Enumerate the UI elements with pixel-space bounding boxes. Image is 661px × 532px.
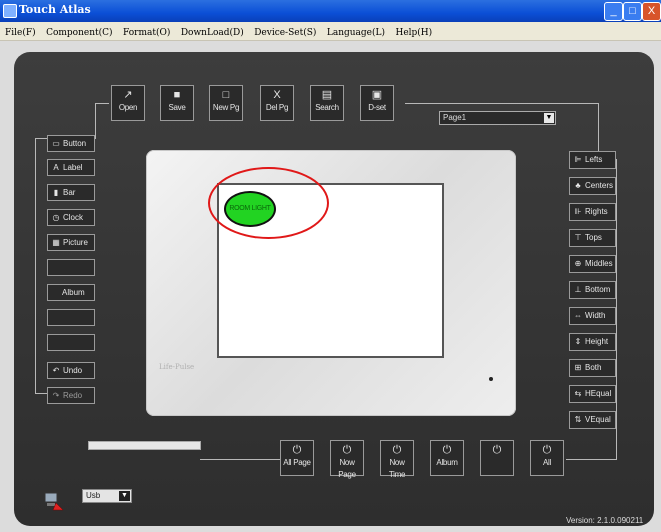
delete-page-button[interactable]: X Del Pg bbox=[260, 85, 294, 121]
align-rights-button[interactable]: ⊪ Rights bbox=[569, 203, 616, 221]
search-icon: ▤ bbox=[321, 89, 333, 101]
align-lefts-button[interactable]: ⊫ Lefts bbox=[569, 151, 616, 169]
menu-download[interactable]: DownLoad(D) bbox=[181, 24, 244, 42]
left-connector-top bbox=[35, 138, 47, 139]
menu-format[interactable]: Format(O) bbox=[123, 24, 170, 42]
open-button[interactable]: ↗ Open bbox=[111, 85, 145, 121]
device-indicator-light bbox=[489, 377, 493, 381]
open-icon: ↗ bbox=[123, 89, 133, 101]
new-page-icon: □ bbox=[222, 89, 230, 101]
clock-icon: ◷ bbox=[52, 213, 60, 222]
title-bar: Touch Atlas _ □ X bbox=[0, 0, 661, 22]
download-blank-button[interactable]: ⏻ bbox=[480, 440, 514, 476]
align-middles-button[interactable]: ⊕ Middles bbox=[569, 255, 616, 273]
tool-empty-1[interactable] bbox=[47, 259, 95, 276]
download-now-time-button[interactable]: ⏻ Now Time bbox=[380, 440, 414, 479]
tool-button[interactable]: ▭ Button bbox=[47, 135, 95, 152]
download-all-page-button[interactable]: ⏻ All Page bbox=[280, 440, 314, 476]
width-icon: ⇔ bbox=[574, 311, 582, 320]
menu-help[interactable]: Help(H) bbox=[395, 24, 432, 42]
same-height-button[interactable]: ⇕ Height bbox=[569, 333, 616, 351]
download-icon: ⏻ bbox=[392, 444, 402, 456]
delete-icon: X bbox=[273, 89, 281, 101]
menu-device-set[interactable]: Device-Set(S) bbox=[254, 24, 316, 42]
picture-icon: ▦ bbox=[52, 238, 60, 247]
maximize-button[interactable]: □ bbox=[623, 2, 642, 21]
horizontal-equal-button[interactable]: ⇆ HEqual bbox=[569, 385, 616, 403]
tool-clock[interactable]: ◷ Clock bbox=[47, 209, 95, 226]
download-progress-bar bbox=[88, 441, 201, 450]
align-top-icon: ⊤ bbox=[574, 233, 582, 242]
minimize-button[interactable]: _ bbox=[604, 2, 623, 21]
menu-file[interactable]: File(F) bbox=[5, 24, 36, 42]
tool-label[interactable]: A Label bbox=[47, 159, 95, 176]
height-icon: ⇕ bbox=[574, 337, 582, 346]
both-icon: ⊞ bbox=[574, 363, 582, 372]
device-set-icon: ▣ bbox=[371, 89, 383, 101]
same-width-button[interactable]: ⇔ Width bbox=[569, 307, 616, 325]
top-left-link bbox=[95, 103, 109, 104]
download-icon: ⏻ bbox=[342, 444, 352, 456]
bottom-left-link bbox=[200, 459, 280, 460]
align-tops-button[interactable]: ⊤ Tops bbox=[569, 229, 616, 247]
button-icon: ▭ bbox=[52, 139, 60, 148]
align-right-icon: ⊪ bbox=[574, 207, 582, 216]
tool-empty-2[interactable] bbox=[47, 309, 95, 326]
align-bottom-icon: ⊥ bbox=[574, 285, 582, 294]
chevron-down-icon[interactable]: ▼ bbox=[544, 113, 554, 123]
menu-component[interactable]: Component(C) bbox=[46, 24, 112, 42]
device-brand-logo: Life-Pulse bbox=[159, 363, 195, 371]
save-icon: ■ bbox=[173, 89, 181, 101]
connection-select[interactable]: Usb ▼ bbox=[82, 489, 132, 503]
label-icon: A bbox=[53, 163, 59, 172]
save-button[interactable]: ■ Save bbox=[160, 85, 194, 121]
align-left-icon: ⊫ bbox=[574, 155, 582, 164]
download-now-page-button[interactable]: ⏻ Now Page bbox=[330, 440, 364, 479]
tool-bar[interactable]: ▮ Bar bbox=[47, 184, 95, 201]
close-button[interactable]: X bbox=[642, 2, 661, 21]
same-both-button[interactable]: ⊞ Both bbox=[569, 359, 616, 377]
download-icon: ⏻ bbox=[292, 444, 302, 456]
right-connector bbox=[616, 159, 617, 459]
left-connector-bottom bbox=[35, 393, 47, 394]
align-centers-button[interactable]: ♣ Centers bbox=[569, 177, 616, 195]
left-riser bbox=[95, 103, 96, 139]
page-select[interactable]: Page1 ▼ bbox=[439, 111, 556, 125]
download-icon: ⏻ bbox=[492, 444, 502, 456]
search-button[interactable]: ▤ Search bbox=[310, 85, 344, 121]
download-icon: ⏻ bbox=[442, 444, 452, 456]
new-page-button[interactable]: □ New Pg bbox=[209, 85, 243, 121]
vertical-equal-button[interactable]: ⇅ VEqual bbox=[569, 411, 616, 429]
download-all-button[interactable]: ⏻ All bbox=[530, 440, 564, 476]
redo-button[interactable]: ↷ Redo bbox=[47, 387, 95, 404]
tool-picture[interactable]: ▦ Picture bbox=[47, 234, 95, 251]
window-title: Touch Atlas bbox=[19, 3, 91, 16]
download-icon: ⏻ bbox=[542, 444, 552, 456]
redo-icon: ↷ bbox=[52, 391, 60, 400]
left-connector bbox=[35, 138, 36, 393]
version-label: Version: 2.1.0.090211 bbox=[566, 516, 644, 525]
device-set-button[interactable]: ▣ D-set bbox=[360, 85, 394, 121]
undo-icon: ↶ bbox=[52, 366, 60, 375]
top-right-link bbox=[405, 103, 598, 104]
menu-language[interactable]: Language(L) bbox=[327, 24, 385, 42]
align-bottom-button[interactable]: ⊥ Bottom bbox=[569, 281, 616, 299]
tool-album[interactable]: Album bbox=[47, 284, 95, 301]
highlight-annotation bbox=[208, 167, 329, 239]
bar-icon: ▮ bbox=[53, 188, 59, 197]
chevron-down-icon[interactable]: ▼ bbox=[119, 491, 130, 501]
align-center-icon: ♣ bbox=[575, 181, 581, 190]
undo-button[interactable]: ↶ Undo bbox=[47, 362, 95, 379]
align-middle-icon: ⊕ bbox=[574, 259, 582, 268]
vertical-spacing-icon: ⇅ bbox=[574, 415, 582, 424]
bottom-right-link bbox=[566, 459, 617, 460]
download-album-button[interactable]: ⏻ Album bbox=[430, 440, 464, 476]
usb-connection-icon bbox=[44, 492, 64, 511]
app-icon bbox=[3, 4, 17, 18]
menu-bar: File(F) Component(C) Format(O) DownLoad(… bbox=[0, 22, 661, 41]
tool-empty-3[interactable] bbox=[47, 334, 95, 351]
horizontal-spacing-icon: ⇆ bbox=[574, 389, 582, 398]
